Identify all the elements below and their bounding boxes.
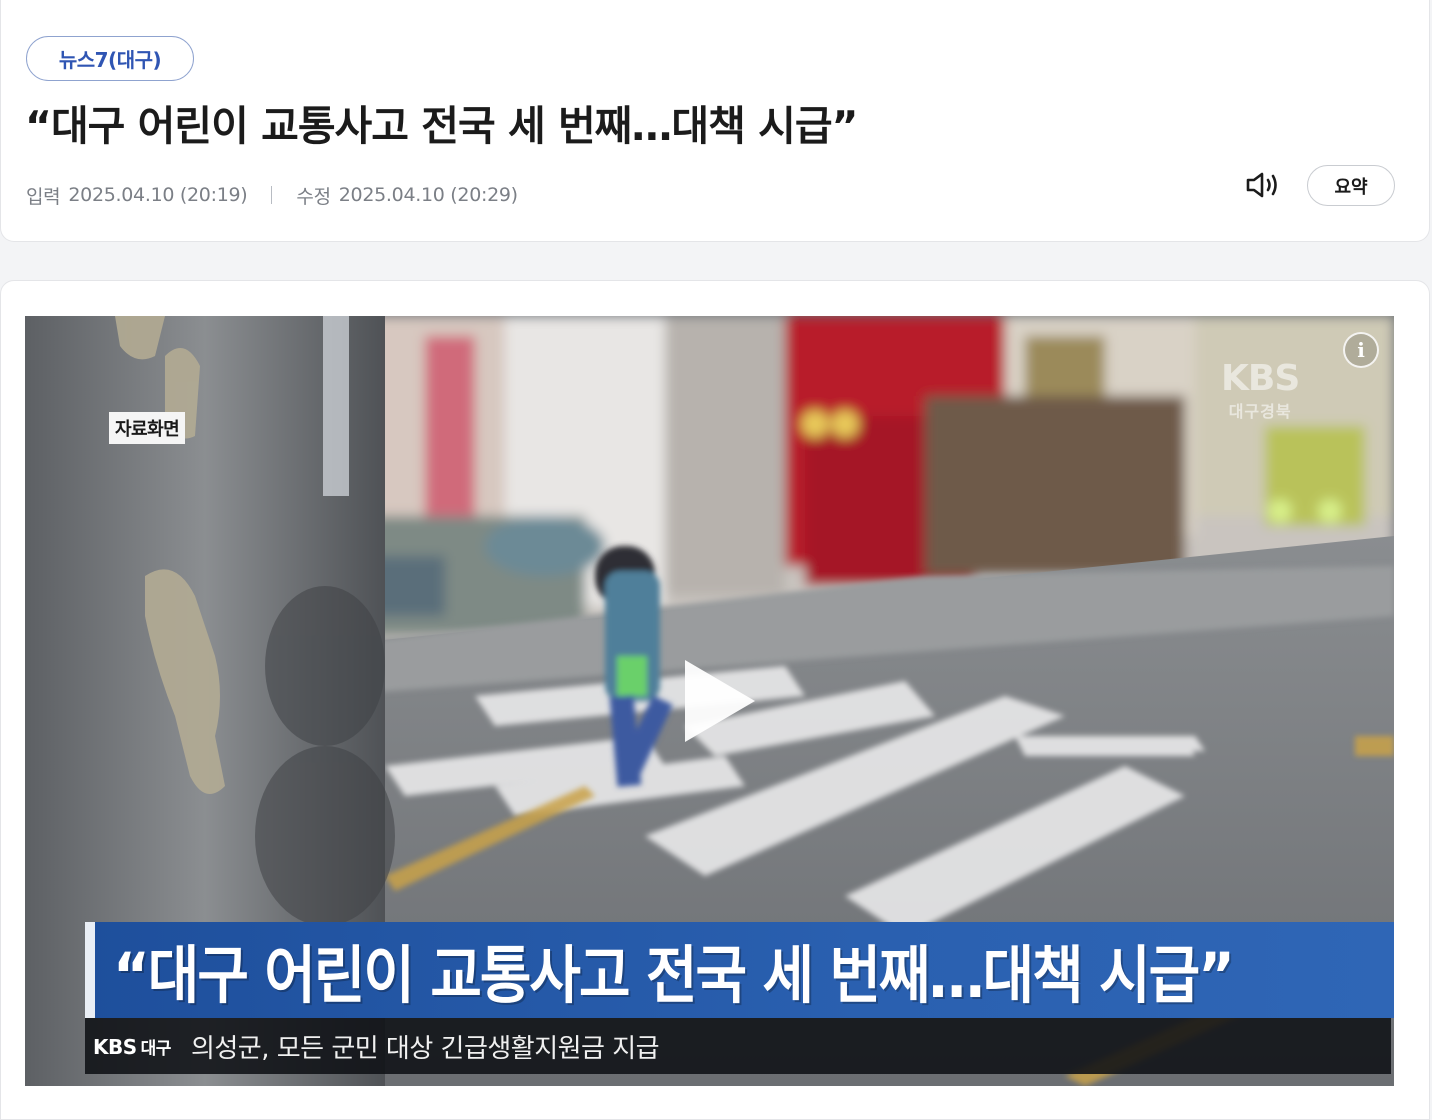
modified-label: 수정	[296, 185, 331, 208]
input-time: 2025.04.10 (20:19)	[68, 184, 248, 206]
broadcaster-watermark: KBS 대구경북	[1221, 358, 1300, 422]
news-title-banner: “대구 어린이 교통사고 전국 세 번째…대책 시급”	[85, 922, 1394, 1018]
article-headline: “대구 어린이 교통사고 전국 세 번째…대책 시급”	[25, 102, 859, 150]
ticker-logo: KBS 대구	[93, 1034, 171, 1059]
news-ticker: KBS 대구 의성군, 모든 군민 대상 긴급생활지원금 지급	[85, 1018, 1391, 1074]
banner-edge	[85, 922, 95, 1018]
info-button[interactable]: i	[1343, 332, 1379, 368]
watermark-sub: 대구경북	[1228, 402, 1292, 421]
speaker-icon[interactable]	[1242, 168, 1284, 202]
article-meta: 입력 2025.04.10 (20:19) 수정 2025.04.10 (20:…	[26, 180, 518, 210]
ticker-text: 의성군, 모든 군민 대상 긴급생활지원금 지급	[190, 1033, 660, 1064]
watermark-main: KBS	[1221, 358, 1300, 399]
summary-button[interactable]: 요약	[1307, 165, 1395, 206]
ticker-region: 대구	[140, 1038, 172, 1059]
play-icon[interactable]	[679, 656, 759, 746]
input-label: 입력	[26, 185, 61, 208]
article-header-card: 뉴스7(대구) “대구 어린이 교통사고 전국 세 번째…대책 시급” 입력 2…	[0, 0, 1430, 242]
program-tag[interactable]: 뉴스7(대구)	[26, 36, 194, 81]
caption-tag: 자료화면	[109, 412, 186, 444]
video-player[interactable]: 자료화면 KBS 대구경북 i “대구 어린이 교통사고 전국 세 번째…대책 …	[25, 316, 1394, 1086]
modified-time: 2025.04.10 (20:29)	[338, 184, 518, 206]
meta-divider	[271, 186, 273, 204]
banner-title: “대구 어린이 교통사고 전국 세 번째…대책 시급”	[113, 939, 1235, 1012]
ticker-logo-text: KBS	[93, 1034, 137, 1059]
